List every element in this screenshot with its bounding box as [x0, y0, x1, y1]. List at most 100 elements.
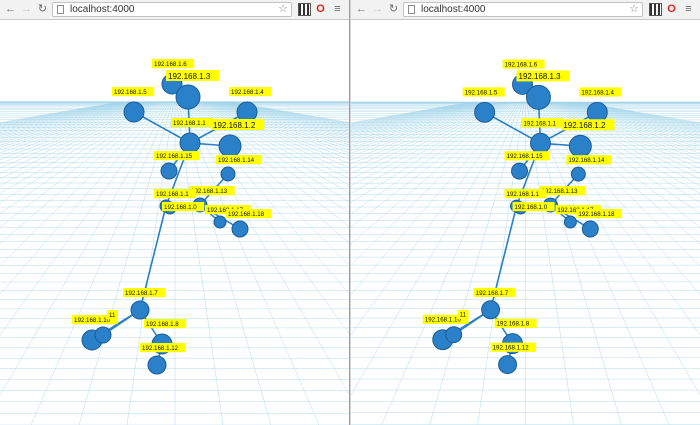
back-arrow-icon[interactable]: ←	[4, 3, 17, 16]
grid-line	[0, 101, 143, 146]
ip-label: 192.168.1.3	[168, 72, 211, 81]
opera-icon[interactable]: O	[314, 3, 327, 16]
grid-line	[351, 102, 491, 142]
grid-line	[0, 101, 135, 135]
ip-label: 192.168.1.18	[228, 211, 265, 218]
qr-code-icon[interactable]	[298, 3, 311, 16]
forward-arrow-icon[interactable]: →	[20, 3, 33, 16]
network-node[interactable]	[511, 162, 528, 180]
network-node[interactable]	[123, 101, 145, 123]
ip-label: 192.168.1.1	[156, 191, 189, 198]
grid-line	[351, 102, 486, 135]
network-node[interactable]	[147, 355, 167, 375]
ip-label: 192.168.1.1	[524, 120, 557, 127]
browser-toolbar: ← → ↻ localhost:4000 ☆ O ≡	[351, 0, 700, 20]
ip-label: 192.168.1.8	[146, 321, 179, 328]
grid-line	[0, 101, 139, 140]
network-node[interactable]	[218, 134, 242, 158]
page-icon	[408, 5, 415, 14]
ip-label: 192.168.1.5	[114, 89, 147, 96]
ip-label: 192.168.1.6	[154, 61, 187, 68]
grid-line	[351, 102, 494, 146]
address-bar[interactable]: localhost:4000 ☆	[52, 2, 292, 17]
grid-line	[572, 102, 700, 129]
browser-window-right: ← → ↻ localhost:4000 ☆ O ≡ 192.168.1.6 19…	[351, 0, 700, 425]
grid-line	[223, 101, 349, 128]
grid-line	[546, 102, 700, 174]
network-node[interactable]	[175, 84, 201, 110]
grid-line	[0, 101, 127, 128]
network-node[interactable]	[525, 84, 551, 110]
grid-line	[30, 101, 172, 425]
network-node[interactable]	[213, 215, 227, 229]
url-text: localhost:4000	[421, 4, 486, 15]
network-node[interactable]	[231, 220, 249, 238]
ip-label: 192.168.1.0	[515, 204, 548, 211]
ip-label: 11	[460, 312, 467, 319]
network-node[interactable]	[498, 355, 518, 375]
grid-line	[351, 102, 501, 161]
back-arrow-icon[interactable]: ←	[355, 3, 368, 16]
ip-label: 192.168.1.8	[497, 321, 530, 328]
grid-line	[351, 102, 481, 131]
network-node[interactable]	[474, 101, 496, 123]
grid-line	[0, 101, 136, 136]
grid-line	[222, 101, 349, 129]
network-node[interactable]	[130, 300, 150, 320]
browser-window-left: ← → ↻ localhost:4000 ☆ O ≡ 192.168.1.6 19…	[0, 0, 350, 425]
grid-line	[381, 102, 522, 425]
qr-code-icon[interactable]	[649, 3, 662, 16]
reload-icon[interactable]: ↻	[387, 3, 400, 16]
network-node[interactable]	[570, 166, 586, 182]
bookmark-star-icon[interactable]: ☆	[629, 3, 639, 16]
grid-line	[0, 101, 122, 125]
network-graph-scene[interactable]: 192.168.1.6 192.168.1.3 192.168.1.5 192.168…	[351, 20, 700, 425]
network-node[interactable]	[481, 300, 501, 320]
grid-line	[0, 101, 142, 144]
ip-label: 192.168.1.18	[578, 211, 615, 218]
grid-line	[178, 101, 320, 425]
network-node[interactable]	[563, 215, 577, 229]
grid-line	[126, 101, 174, 425]
url-text: localhost:4000	[70, 4, 135, 15]
grid-line	[351, 102, 495, 148]
grid-line	[0, 101, 150, 160]
grid-line	[0, 101, 134, 133]
grid-line	[351, 102, 480, 130]
network-node[interactable]	[581, 220, 599, 238]
grid-line	[0, 101, 131, 131]
ip-label: 192.168.1.4	[231, 89, 264, 96]
network-node[interactable]	[179, 132, 201, 154]
ip-label: 192.168.1.14	[568, 157, 605, 164]
network-node[interactable]	[529, 132, 551, 154]
network-node[interactable]	[160, 162, 178, 180]
grid-line	[351, 102, 519, 335]
ip-label: 11	[109, 312, 116, 319]
grid-line	[351, 102, 502, 165]
forward-arrow-icon[interactable]: →	[371, 3, 384, 16]
network-node[interactable]	[94, 326, 112, 344]
grid-line	[351, 102, 487, 137]
grid-line	[351, 102, 490, 140]
ip-label: 192.168.1.5	[465, 89, 498, 96]
menu-icon[interactable]: ≡	[682, 3, 695, 16]
ip-label: 192.168.1.13	[541, 188, 578, 195]
grid-line	[0, 101, 129, 130]
grid-line	[530, 102, 700, 396]
ip-label: 192.168.1.10	[425, 317, 462, 324]
browser-toolbar: ← → ↻ localhost:4000 ☆ O ≡	[0, 0, 349, 20]
reload-icon[interactable]: ↻	[36, 3, 49, 16]
grid-line	[351, 102, 505, 174]
address-bar[interactable]: localhost:4000 ☆	[403, 2, 643, 17]
network-graph-scene[interactable]: 192.168.1.6 192.168.1.3 192.168.1.5 192.168…	[0, 20, 350, 425]
grid-line	[225, 101, 349, 127]
network-node[interactable]	[220, 166, 236, 182]
opera-icon[interactable]: O	[665, 3, 678, 16]
network-node[interactable]	[445, 326, 463, 344]
ip-label: 192.168.1.2	[213, 121, 256, 130]
grid-line	[575, 102, 700, 127]
ip-label: 192.168.1.10	[74, 317, 111, 324]
network-node[interactable]	[568, 134, 592, 158]
menu-icon[interactable]: ≡	[331, 3, 344, 16]
bookmark-star-icon[interactable]: ☆	[278, 3, 288, 16]
